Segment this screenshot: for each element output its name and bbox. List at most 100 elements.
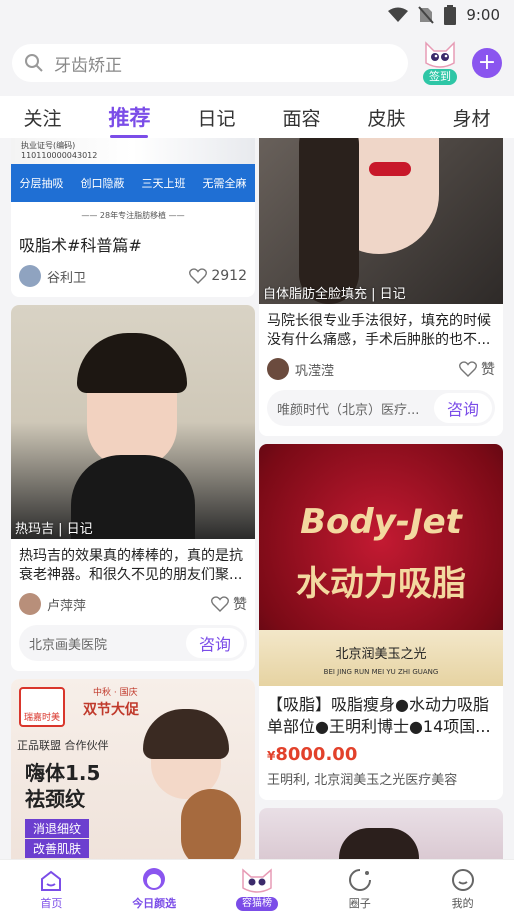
consult-button[interactable]: 咨询 (434, 393, 492, 423)
status-bar: 9:00 (0, 0, 514, 30)
nav-label: 我的 (451, 897, 474, 910)
search-icon (25, 54, 43, 72)
post-card[interactable]: 自体脂肪全脸填充 | 日记 马院长很专业手法很好，填充的时候没有什么痛感，手术后… (259, 138, 503, 436)
plus-icon: + (477, 50, 497, 75)
logo-text: 瑞嘉时美 (23, 713, 60, 723)
smile-icon (451, 869, 474, 891)
post-meta: 巩滢滢 赞 (259, 354, 503, 390)
nav-today-picks[interactable]: 今日颜选 (119, 866, 189, 911)
post-caption: 热玛吉 | 日记 (15, 522, 93, 537)
avatar[interactable] (19, 265, 41, 287)
avatar[interactable] (267, 358, 289, 380)
post-image: 热玛吉 | 日记 (11, 305, 255, 539)
feature-label: 分层抽吸 (19, 177, 64, 190)
nav-label: 容猫榜 (235, 897, 278, 911)
license-code: 110110000043012 (21, 151, 98, 160)
post-card[interactable]: 执业证号(编码) 110110000043012 分层抽吸 创口隐蔽 三天上班 … (11, 138, 255, 297)
tab-skin[interactable]: 皮肤 (363, 98, 409, 137)
post-meta: 谷利卫 2912 (11, 261, 255, 297)
promo-top: 中秋 · 国庆 (93, 688, 138, 698)
bottom-nav: 首页 今日颜选 容猫榜 圈子 我的 (0, 859, 514, 915)
post-image: Body-Jet 水动力吸脂 北京润美玉之光 BEI JING RUN MEI … (259, 444, 503, 686)
brand-name: 北京润美玉之光 (335, 647, 427, 662)
like-button[interactable]: 赞 (211, 594, 247, 614)
nav-ranking[interactable]: 容猫榜 (222, 868, 292, 911)
nav-label: 首页 (40, 897, 63, 910)
feed-column-left: 执业证号(编码) 110110000043012 分层抽吸 创口隐蔽 三天上班 … (11, 138, 255, 859)
headline-1: 嗨体1.5 (25, 761, 101, 785)
shop-name: 王明利, 北京润美玉之光医疗美容 (267, 773, 458, 788)
like-label: 赞 (233, 597, 247, 613)
girl-avatar-icon (143, 868, 166, 890)
no-sim-icon (418, 6, 435, 24)
tab-face[interactable]: 面容 (278, 98, 324, 137)
author-name: 卢萍萍 (47, 598, 87, 614)
image-footer-text: —— 28年专注脂肪移植 —— (81, 211, 185, 220)
partner-badge: 正品联盟 合作伙伴 (17, 739, 109, 752)
header: 牙齿矫正 签到 + (0, 30, 514, 96)
like-button[interactable]: 赞 (459, 359, 495, 379)
headline-2: 祛颈纹 (25, 787, 85, 811)
checkin-button[interactable]: 签到 (418, 41, 462, 85)
add-button[interactable]: + (472, 48, 502, 78)
category-tabs: 关注 推荐 日记 面容 皮肤 身材 (0, 96, 514, 138)
nav-circle[interactable]: 圈子 (325, 868, 395, 911)
tab-following[interactable]: 关注 (19, 98, 65, 137)
post-card[interactable]: 瑞嘉时美 中秋 · 国庆 双节大促 正品联盟 合作伙伴 嗨体1.5 祛颈纹 消退… (11, 679, 255, 859)
nav-label: 今日颜选 (132, 897, 177, 910)
avatar[interactable] (19, 593, 41, 615)
cat-mascot-icon (425, 41, 455, 68)
brand-name-en: BEI JING RUN MEI YU ZHI GUANG (323, 668, 439, 676)
brand-logo: 瑞嘉时美 (19, 687, 65, 727)
hospital-name: 唯颜时代（北京）医疗... (277, 402, 420, 418)
feed-column-right: 自体脂肪全脸填充 | 日记 马院长很专业手法很好，填充的时候没有什么痛感，手术后… (259, 138, 503, 859)
heart-icon (189, 268, 208, 284)
search-placeholder: 牙齿矫正 (54, 55, 122, 76)
like-button[interactable]: 2912 (189, 268, 247, 284)
checkin-label: 签到 (423, 69, 457, 85)
image-headline-en: Body-Jet (300, 502, 462, 542)
post-meta: 卢萍萍 赞 (11, 589, 255, 625)
feature-label: 创口隐蔽 (80, 177, 125, 190)
post-caption: 自体脂肪全脸填充 | 日记 (263, 287, 406, 302)
image-headline-cn: 水动力吸脂 (296, 564, 466, 604)
search-input[interactable]: 牙齿矫正 (12, 44, 408, 82)
feature-strip: 分层抽吸 创口隐蔽 三天上班 无需全麻 (11, 164, 255, 202)
feature-label: 无需全麻 (202, 177, 247, 190)
promo-text: 双节大促 (83, 702, 139, 718)
post-image: 瑞嘉时美 中秋 · 国庆 双节大促 正品联盟 合作伙伴 嗨体1.5 祛颈纹 消退… (11, 679, 255, 859)
post-title: 马院长很专业手法很好，填充的时候没有什么痛感，手术后肿胀的也不... (267, 313, 491, 348)
battery-icon (444, 5, 457, 25)
bullet-1: 消退细纹 (25, 819, 90, 838)
feed: 执业证号(编码) 110110000043012 分层抽吸 创口隐蔽 三天上班 … (0, 138, 514, 859)
post-image: 执业证号(编码) 110110000043012 分层抽吸 创口隐蔽 三天上班 … (11, 138, 255, 227)
hospital-bar[interactable]: 唯颜时代（北京）医疗... 咨询 (267, 390, 495, 426)
nav-label: 圈子 (348, 897, 371, 910)
status-time: 9:00 (466, 6, 500, 24)
post-card[interactable] (259, 808, 503, 859)
post-image: 自体脂肪全脸填充 | 日记 (259, 138, 503, 304)
heart-icon (459, 361, 477, 377)
consult-button[interactable]: 咨询 (186, 628, 244, 658)
cat-mascot-icon (242, 868, 272, 893)
bullet-2: 改善肌肤 (25, 839, 90, 858)
wifi-icon (388, 7, 409, 22)
product-price: ¥8000.00 (259, 742, 503, 767)
post-image (259, 808, 503, 859)
like-label: 赞 (481, 362, 495, 378)
nav-profile[interactable]: 我的 (428, 868, 498, 911)
tab-recommended[interactable]: 推荐 (104, 96, 154, 138)
license-text: 执业证号(编码) (21, 141, 76, 150)
hospital-bar[interactable]: 北京画美医院 咨询 (19, 625, 247, 661)
post-card[interactable]: Body-Jet 水动力吸脂 北京润美玉之光 BEI JING RUN MEI … (259, 444, 503, 800)
nav-home[interactable]: 首页 (16, 870, 86, 911)
home-icon (41, 870, 62, 891)
tab-diary[interactable]: 日记 (193, 98, 239, 137)
post-title: 热玛吉的效果真的棒棒的，真的是抗衰老神器。和很久不见的朋友们聚... (19, 548, 243, 583)
author-name: 谷利卫 (47, 270, 87, 286)
circle-icon (348, 869, 371, 891)
post-card[interactable]: 热玛吉 | 日记 热玛吉的效果真的棒棒的，真的是抗衰老神器。和很久不见的朋友们聚… (11, 305, 255, 671)
author-name: 巩滢滢 (295, 363, 335, 379)
tab-body[interactable]: 身材 (448, 98, 494, 137)
post-title: 吸脂术#科普篇# (19, 236, 142, 255)
